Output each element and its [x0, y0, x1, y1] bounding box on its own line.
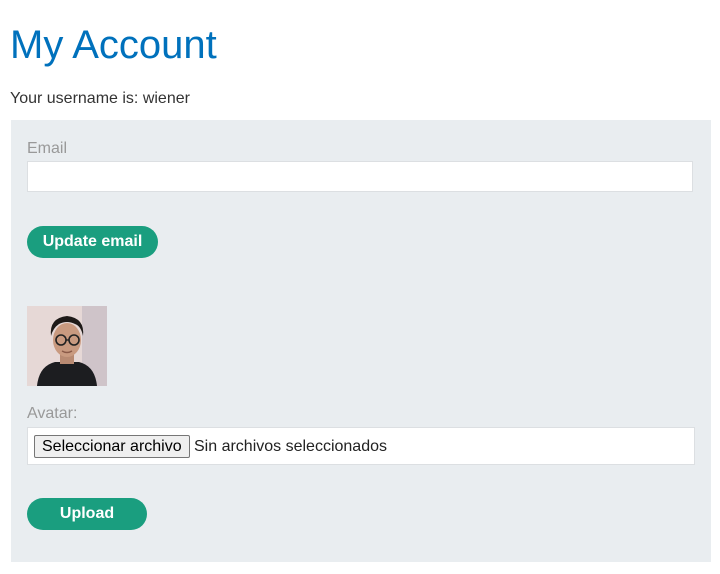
choose-file-button[interactable]: Seleccionar archivo	[34, 435, 190, 458]
update-email-button[interactable]: Update email	[27, 226, 158, 258]
account-panel: Email Update email Avatar: Seleccionar a…	[11, 120, 711, 562]
page-title: My Account	[10, 23, 217, 67]
avatar-portrait	[27, 306, 107, 386]
username-text: Your username is: wiener	[10, 90, 190, 107]
file-status-text: Sin archivos seleccionados	[194, 438, 387, 455]
upload-button[interactable]: Upload	[27, 498, 147, 530]
avatar-label: Avatar:	[27, 405, 78, 422]
email-label: Email	[27, 140, 68, 157]
email-input[interactable]	[27, 161, 693, 192]
avatar-file-input[interactable]: Seleccionar archivo Sin archivos selecci…	[27, 427, 695, 465]
avatar-image	[27, 306, 107, 386]
